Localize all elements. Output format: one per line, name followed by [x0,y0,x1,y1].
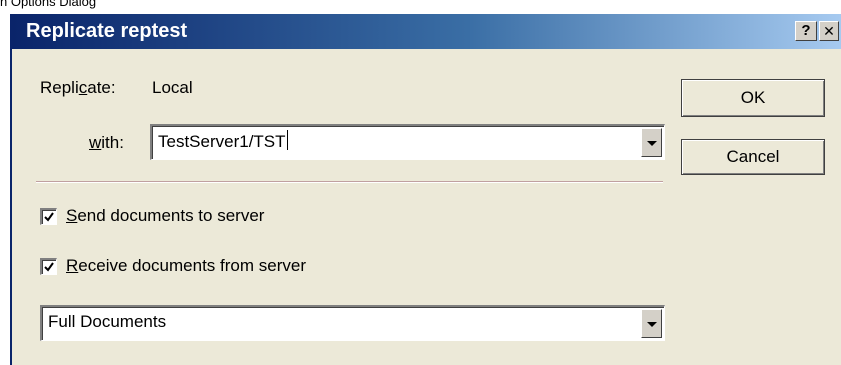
dialog-title: Replicate reptest [26,20,188,42]
help-button[interactable]: ? [795,21,817,41]
replicate-value: Local [152,78,193,97]
checkmark-icon [44,212,54,222]
receive-mode-dropdown-button[interactable] [641,309,662,338]
receive-documents-label[interactable]: Receive documents from server [66,255,306,277]
dialog-titlebar[interactable]: Replicate reptest ? ✕ [12,14,841,49]
with-label-hotkey: w [89,133,102,152]
receive-mode-value: Full Documents [48,312,167,331]
send-label-part: end documents to server [77,206,265,225]
receive-label-hotkey: R [66,256,79,275]
send-documents-label[interactable]: Send documents to server [66,205,264,227]
with-server-combo[interactable]: TestServer1/TST [150,124,665,160]
with-label: with: [89,132,124,154]
with-label-part: ith: [101,133,124,152]
with-server-input[interactable]: TestServer1/TST [158,130,288,153]
send-documents-checkbox[interactable] [40,208,57,225]
text-caret [286,130,288,150]
cancel-button-label: Cancel [726,147,780,166]
replicate-label-hotkey: c [78,78,88,97]
close-button[interactable]: ✕ [819,21,839,41]
replicate-label-part: Repli [40,78,79,97]
checkmark-icon [44,262,54,272]
cancel-button[interactable]: Cancel [681,139,825,175]
receive-label-part: eceive documents from server [78,256,306,275]
with-server-dropdown-button[interactable] [641,128,662,157]
with-server-value: TestServer1/TST [158,132,286,151]
ok-button-label: OK [740,88,766,107]
replicate-dialog: Replicate reptest ? ✕ Replicate: Local w… [10,14,841,365]
receive-mode-select[interactable]: Full Documents [40,305,665,341]
ok-button[interactable]: OK [681,79,825,117]
chevron-down-icon [646,321,657,327]
send-label-hotkey: S [66,206,78,225]
separator-line [36,181,663,183]
chevron-down-icon [646,140,657,146]
replicate-label-part2: ate: [87,78,116,97]
receive-documents-checkbox[interactable] [40,258,57,275]
window-caption: n Options Dialog [0,0,97,9]
replicate-label: Replicate: [40,77,116,99]
